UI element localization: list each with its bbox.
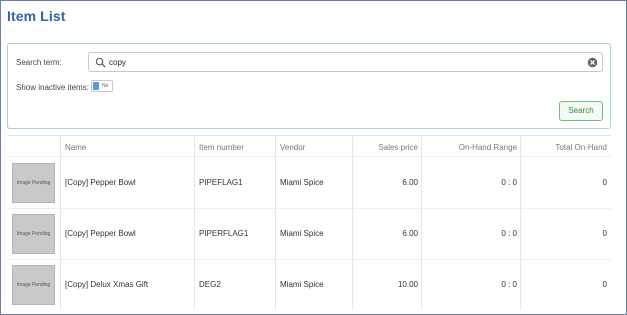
item-thumbnail[interactable]: Image Pending: [12, 265, 55, 305]
cell-on-hand-range: 0 : 0: [501, 229, 517, 238]
cell-name[interactable]: [Copy] Pepper Bowl: [65, 178, 136, 187]
column-header-item-number[interactable]: Item number: [199, 143, 244, 152]
cell-sales-price: 6.00: [402, 178, 418, 187]
column-header-sales-price[interactable]: Sales price: [353, 143, 418, 152]
cell-item-number: PIPERFLAG1: [199, 229, 249, 238]
items-table: Name Item number Vendor Sales price On-H…: [7, 135, 611, 313]
thumbnail-placeholder-text: Image Pending: [16, 231, 51, 237]
column-header-vendor[interactable]: Vendor: [280, 143, 305, 152]
toggle-knob: [93, 82, 99, 90]
cell-sales-price: 6.00: [402, 229, 418, 238]
show-inactive-label: Show inactive items:: [16, 83, 89, 92]
cell-vendor: Miami Spice: [280, 178, 324, 187]
cell-total-on-hand: 0: [602, 229, 607, 238]
cell-total-on-hand: 0: [602, 178, 607, 187]
thumbnail-placeholder-text: Image Pending: [16, 282, 51, 288]
header-separator: [7, 156, 611, 157]
search-input-value: copy: [109, 58, 126, 67]
search-icon: [95, 57, 106, 68]
item-thumbnail[interactable]: Image Pending: [12, 163, 55, 203]
item-thumbnail[interactable]: Image Pending: [12, 214, 55, 254]
search-button[interactable]: Search: [559, 101, 603, 121]
page-title: Item List: [7, 8, 66, 24]
cell-vendor: Miami Spice: [280, 280, 324, 289]
cell-on-hand-range: 0 : 0: [501, 280, 517, 289]
cell-name[interactable]: [Copy] Delux Xmas Gift: [65, 280, 148, 289]
table-row[interactable]: Image Pending [Copy] Pepper Bowl PIPEFLA…: [7, 158, 611, 208]
table-row[interactable]: Image Pending [Copy] Pepper Bowl PIPERFL…: [7, 209, 611, 259]
column-header-on-hand-range[interactable]: On-Hand Range: [422, 143, 517, 152]
cell-item-number: PIPEFLAG1: [199, 178, 243, 187]
column-header-name[interactable]: Name: [65, 143, 86, 152]
cell-vendor: Miami Spice: [280, 229, 324, 238]
search-term-label: Search term:: [16, 58, 62, 67]
search-input[interactable]: copy: [88, 52, 603, 72]
cell-total-on-hand: 0: [602, 280, 607, 289]
thumbnail-placeholder-text: Image Pending: [16, 180, 51, 186]
cell-name[interactable]: [Copy] Pepper Bowl: [65, 229, 136, 238]
column-header-total-on-hand[interactable]: Total On-Hand: [521, 143, 607, 152]
toggle-state-label: No: [102, 83, 109, 89]
cell-item-number: DEG2: [199, 280, 221, 289]
clear-icon[interactable]: [587, 57, 598, 68]
cell-on-hand-range: 0 : 0: [501, 178, 517, 187]
search-panel: Search term: copy Show inactive items: N…: [7, 43, 611, 129]
show-inactive-toggle[interactable]: No: [91, 80, 113, 92]
cell-sales-price: 10.00: [397, 280, 418, 289]
table-row[interactable]: Image Pending [Copy] Delux Xmas Gift DEG…: [7, 260, 611, 310]
